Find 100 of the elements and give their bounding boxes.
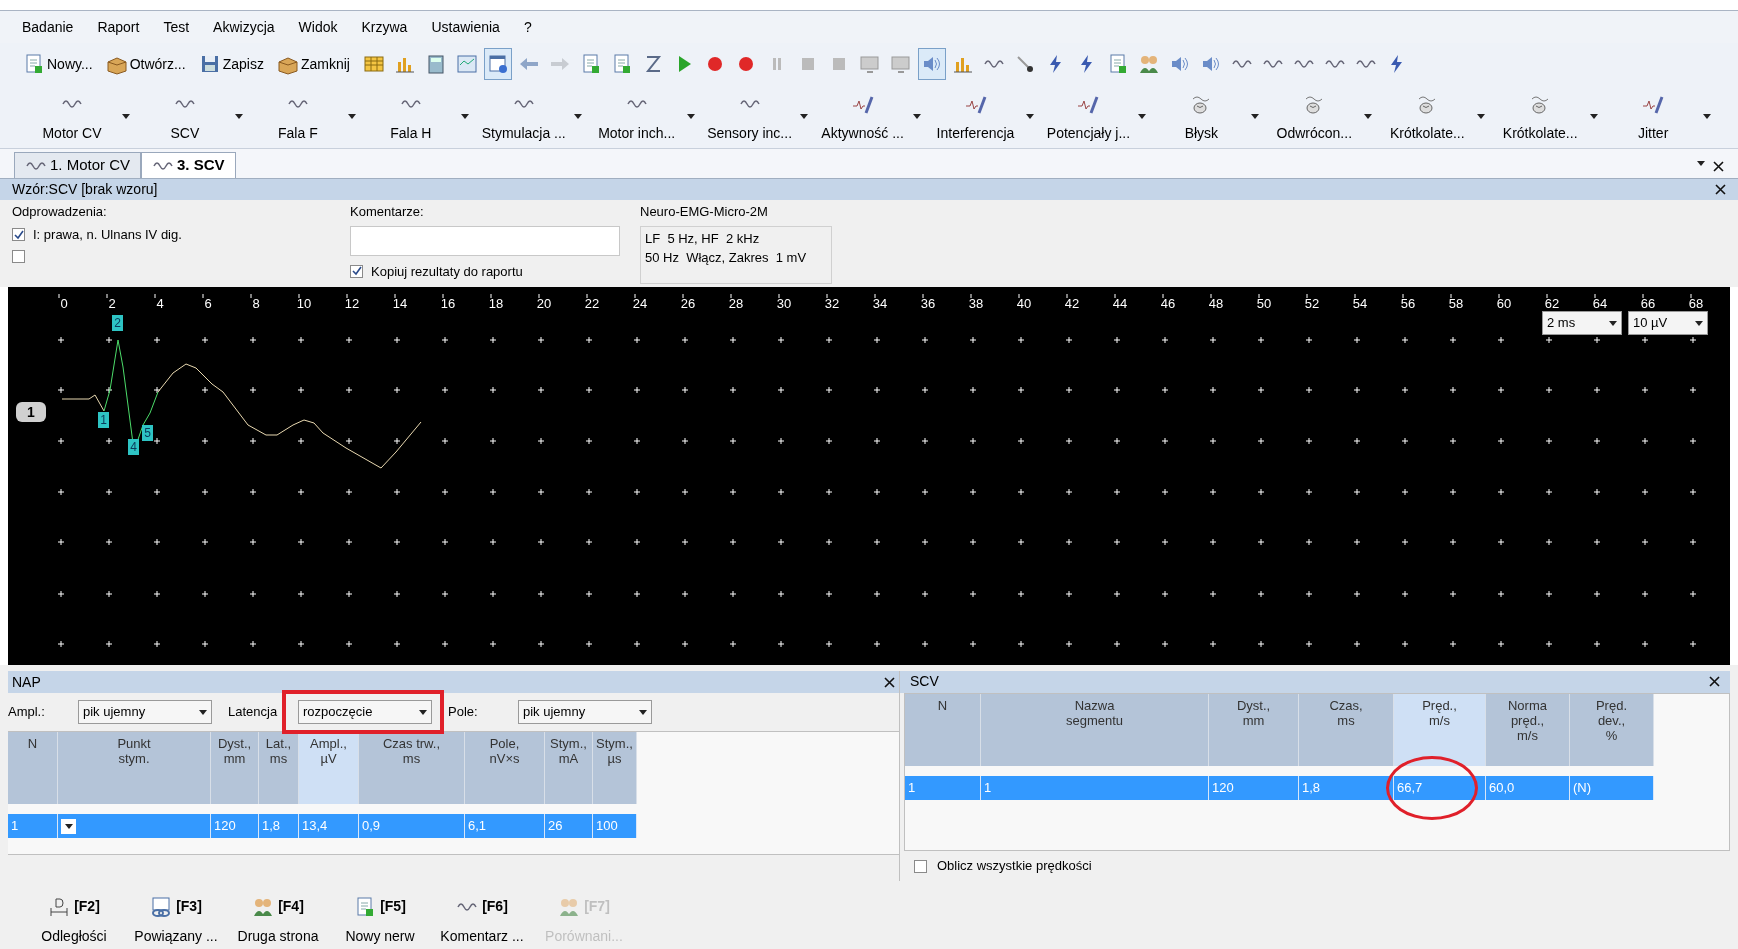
peak-marker[interactable]: 4 (128, 439, 139, 455)
action-button[interactable]: [F4] Druga strona (228, 896, 328, 947)
column-header[interactable]: Punkt stym. (58, 732, 211, 804)
axis-tick-label: 42 (1064, 296, 1080, 311)
tab[interactable]: 1. Motor CV (14, 152, 142, 178)
menu-item[interactable]: ? (523, 16, 532, 38)
mode-button[interactable]: Sensory inc... (699, 89, 800, 144)
caret-icon (199, 709, 207, 715)
chartwin-icon (455, 53, 478, 75)
mode-button[interactable]: Krótkolate... (1490, 89, 1591, 144)
axis-tick-label: 68 (1688, 296, 1704, 311)
axis-tick-label: 34 (872, 296, 888, 311)
checkbox[interactable] (914, 859, 927, 873)
mode-button[interactable]: Jitter (1603, 89, 1704, 144)
mode-button[interactable]: Potencjały j... (1038, 89, 1139, 144)
caret-icon (1138, 114, 1147, 119)
column-header[interactable]: Ampl., µV (299, 732, 359, 804)
people-icon (558, 896, 581, 918)
monitor-icon (858, 53, 881, 75)
axis-tick-label: 40 (1016, 296, 1032, 311)
menu-item[interactable]: Krzywa (361, 16, 408, 38)
peak-marker[interactable]: 1 (98, 412, 109, 428)
action-button[interactable]: [F5] Nowy nerw (330, 896, 430, 947)
tab[interactable]: 3. SCV (141, 152, 236, 178)
control-label: Latencja (228, 703, 279, 722)
action-button[interactable]: [F6] Komentarz ... (432, 896, 532, 947)
action-button[interactable]: [F2] Odległości (24, 896, 124, 947)
mode-button[interactable]: Fala H (360, 89, 461, 144)
action-button[interactable]: [F3] Powiązany ... (126, 896, 226, 947)
mode-button[interactable]: Motor CV (22, 89, 122, 144)
column-header[interactable]: Dyst., mm (1209, 693, 1299, 766)
timebase-select[interactable]: 2 ms (1542, 311, 1622, 335)
column-header[interactable]: Stym., µs (593, 732, 637, 804)
close-icon[interactable] (1709, 676, 1720, 688)
column-header[interactable]: N (905, 693, 981, 766)
caret-icon (347, 114, 356, 119)
column-header[interactable]: N (8, 732, 58, 804)
caret-icon (234, 114, 243, 119)
menu-item[interactable]: Widok (298, 16, 338, 38)
column-header[interactable]: Czas trw., ms (359, 732, 465, 804)
table-cell: 1 (981, 775, 1209, 800)
column-header[interactable]: Stym., mA (545, 732, 593, 804)
caret-icon (460, 114, 469, 119)
dropdown[interactable]: pik ujemny (78, 700, 212, 724)
axis-tick-label: 30 (776, 296, 792, 311)
dropdown[interactable]: rozpoczęcie (298, 700, 432, 724)
channel-label[interactable]: 1 (16, 402, 46, 422)
menu-item[interactable]: Badanie (22, 16, 74, 38)
mode-button[interactable]: Odwrócon... (1264, 89, 1365, 144)
monitor-icon (889, 53, 912, 75)
column-header[interactable]: Czas, ms (1299, 693, 1394, 766)
mode-button[interactable]: Aktywność ... (812, 89, 913, 144)
gain-select[interactable]: 10 µV (1628, 311, 1708, 335)
comments-field[interactable] (350, 225, 620, 256)
toolbar-icon-button[interactable] (483, 48, 512, 80)
table-cell: 1 (905, 775, 981, 800)
doc-icon (23, 53, 45, 75)
axis-tick-label: 32 (824, 296, 840, 311)
checkbox[interactable] (350, 264, 363, 278)
people-icon (252, 896, 275, 918)
checkbox[interactable] (12, 250, 25, 263)
axis-tick-label: 10 (296, 296, 312, 311)
toolbar-button[interactable]: Zapisz (195, 48, 271, 80)
mode-button[interactable]: Błysk (1151, 89, 1252, 144)
mode-button[interactable]: SCV (134, 89, 235, 144)
toolbar-button[interactable]: Nowy... (20, 48, 100, 80)
menu-item[interactable]: Test (163, 16, 190, 38)
toolbar-button[interactable]: Otwórz... (102, 48, 193, 80)
column-header[interactable]: Pręd. dev., % (1570, 693, 1654, 766)
people-icon (1137, 53, 1160, 75)
axis-tick-label: 26 (680, 296, 696, 311)
peak-marker[interactable]: 2 (112, 315, 123, 331)
close-icon[interactable] (1713, 161, 1724, 172)
axis-tick-label: 22 (584, 296, 600, 311)
column-header[interactable]: Norma pręd., m/s (1486, 693, 1570, 766)
menu-item[interactable]: Ustawienia (431, 16, 500, 38)
column-header[interactable]: Pole, nV×s (465, 732, 545, 804)
toolbar-button[interactable]: Zamknij (273, 48, 357, 80)
caret-icon (686, 114, 695, 119)
window-icon (486, 53, 509, 75)
mode-button[interactable]: Motor inch... (586, 89, 687, 144)
caret-icon (1590, 114, 1599, 119)
mode-button[interactable]: Fala F (247, 89, 348, 144)
mode-button[interactable]: Stymulacja ... (473, 89, 574, 144)
dropdown[interactable]: pik ujemny (518, 700, 652, 724)
column-header[interactable]: Dyst., mm (211, 732, 259, 804)
column-header[interactable]: Lat., ms (259, 732, 299, 804)
dropdown-button[interactable] (61, 818, 76, 834)
axis-tick-label: 24 (632, 296, 648, 311)
close-icon[interactable] (1715, 184, 1726, 195)
column-header[interactable]: Nazwa segmentu (981, 693, 1209, 766)
peak-marker[interactable]: 5 (142, 425, 153, 441)
close-icon[interactable] (884, 676, 895, 688)
menu-item[interactable]: Akwizycja (213, 16, 275, 38)
column-header[interactable]: Pręd., m/s (1394, 693, 1486, 766)
mode-button[interactable]: Krótkolate... (1377, 89, 1478, 144)
checkbox[interactable] (12, 228, 25, 241)
menu-item[interactable]: Raport (97, 16, 140, 38)
axis-tick-label: 16 (440, 296, 456, 311)
mode-button[interactable]: Interferencja (925, 89, 1026, 144)
